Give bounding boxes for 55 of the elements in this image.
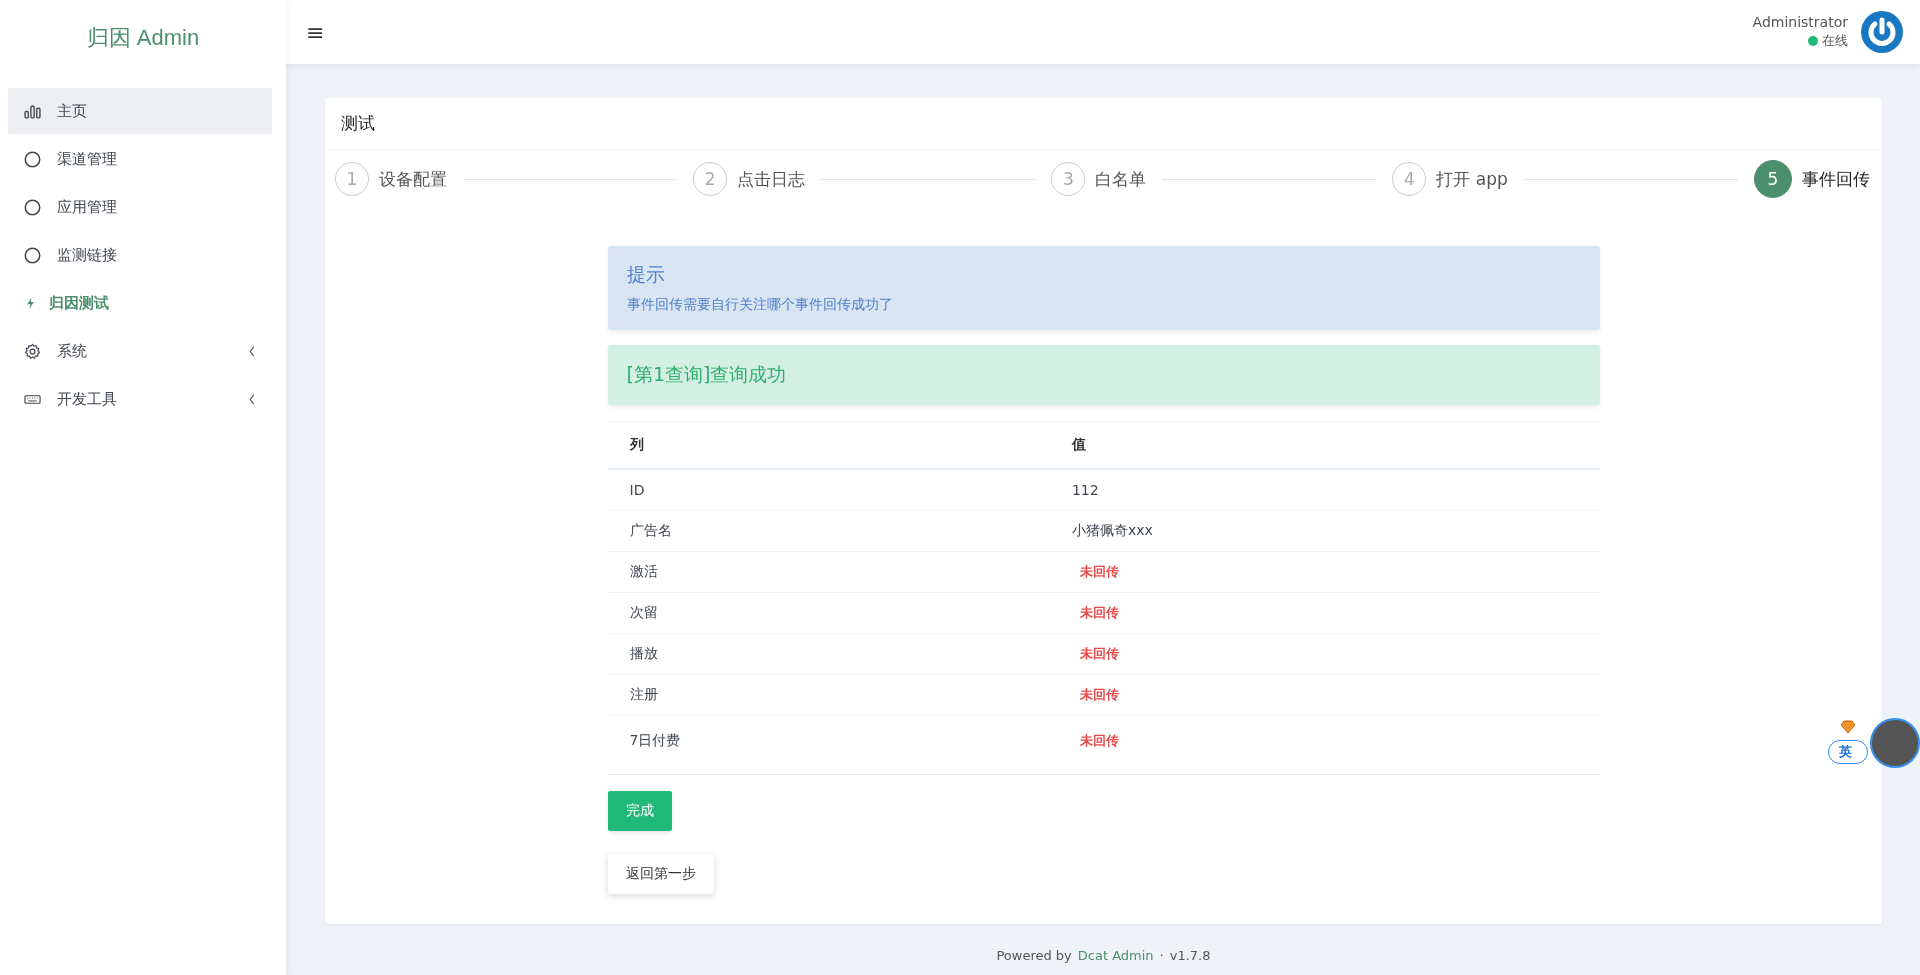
- status-dot: [1808, 36, 1818, 46]
- settings-icon: [24, 342, 41, 360]
- step-number: 4: [1392, 162, 1427, 196]
- table-cell: 广告名: [607, 510, 1054, 552]
- user-status: 在线: [1822, 32, 1848, 50]
- success-text: [第1查询]查询成功: [626, 362, 787, 387]
- step-number: 5: [1754, 160, 1793, 198]
- table-cell: 未回传: [1053, 715, 1600, 775]
- ime-language-button[interactable]: 英: [1828, 740, 1868, 764]
- step-label: 白名单: [1095, 167, 1147, 191]
- sidebar-item[interactable]: 监测链接: [8, 232, 272, 278]
- gem-icon: [1840, 720, 1856, 734]
- step-label: 点击日志: [737, 167, 806, 191]
- footer-separator: ·: [1159, 948, 1164, 963]
- table-cell: 播放: [607, 633, 1054, 675]
- table-cell: 注册: [607, 674, 1054, 716]
- step-label: 打开 app: [1436, 167, 1508, 191]
- sidebar-item[interactable]: 渠道管理: [8, 136, 272, 182]
- sidebar-item[interactable]: 主页: [8, 88, 272, 134]
- chevron-left-icon: [248, 345, 256, 357]
- sidebar-item[interactable]: 归因测试: [8, 280, 272, 326]
- version-text: v1.7.8: [1169, 948, 1211, 963]
- menu-icon[interactable]: ≡: [306, 19, 325, 45]
- table-cell: 未回传: [1053, 674, 1600, 716]
- card-title: 测试: [325, 98, 1882, 150]
- table-cell: 激活: [607, 551, 1054, 593]
- circle-icon: [24, 246, 41, 264]
- footer-text: Powered by: [996, 948, 1072, 963]
- app-logo[interactable]: 归因 Admin: [0, 0, 286, 76]
- table-cell: ID: [607, 469, 1054, 511]
- table-cell: 小猪佩奇xxx: [1053, 510, 1600, 552]
- table-cell: 未回传: [1053, 551, 1600, 593]
- sidebar-item[interactable]: 系统: [8, 328, 272, 374]
- circle-icon: [24, 150, 41, 168]
- photo-placeholder[interactable]: [1870, 718, 1920, 768]
- chevron-left-icon: [248, 393, 256, 405]
- back-button[interactable]: 返回第一步: [607, 854, 714, 894]
- circle-icon: [24, 198, 41, 216]
- column-header: 值: [1053, 421, 1600, 469]
- step-label: 设备配置: [379, 167, 447, 191]
- user-name: Administrator: [1752, 14, 1848, 30]
- table-cell: 未回传: [1053, 592, 1600, 634]
- alert-title: 提示: [626, 262, 666, 287]
- bar-chart-icon: [24, 102, 41, 120]
- footer-link[interactable]: Dcat Admin: [1077, 948, 1154, 963]
- table-cell: 7日付费: [607, 715, 1054, 775]
- power-avatar-icon[interactable]: [1860, 10, 1904, 54]
- alert-text: 事件回传需要自行关注哪个事件回传成功了: [626, 296, 894, 314]
- table-cell: 112: [1053, 469, 1600, 511]
- step-label: 事件回传: [1802, 167, 1871, 191]
- table-cell: 次留: [607, 592, 1054, 634]
- sidebar-item[interactable]: 应用管理: [8, 184, 272, 230]
- table-cell: 未回传: [1053, 633, 1600, 675]
- column-header: 列: [607, 421, 1054, 469]
- sidebar-item[interactable]: 开发工具: [8, 376, 272, 422]
